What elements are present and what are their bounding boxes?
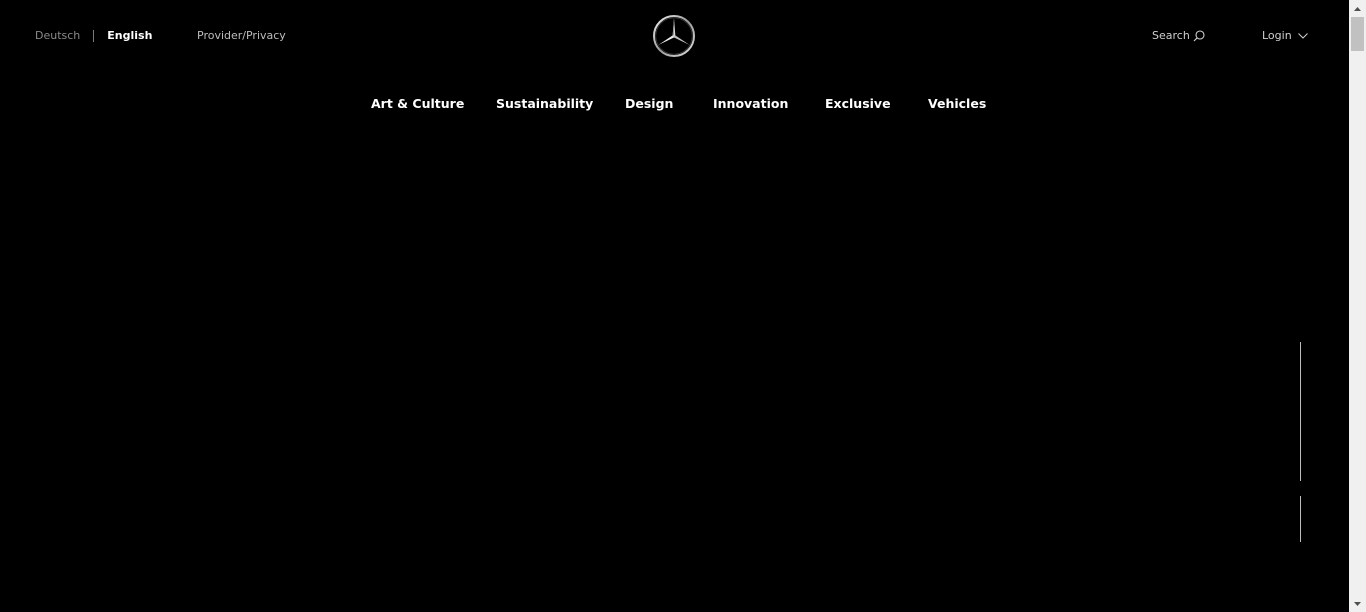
provider-privacy-link[interactable]: Provider/Privacy: [197, 28, 286, 44]
chevron-down-icon: [1297, 33, 1308, 39]
language-option-english[interactable]: English: [107, 28, 152, 44]
search-button[interactable]: Search: [1152, 28, 1205, 44]
nav-item-art-culture[interactable]: Art & Culture: [371, 94, 464, 114]
scroll-down-arrow-icon[interactable]: [1349, 595, 1366, 612]
scrollbar-thumb[interactable]: [1351, 17, 1364, 51]
mercedes-star-icon[interactable]: [652, 14, 696, 58]
page-scrollbar[interactable]: [1349, 0, 1366, 612]
search-icon: [1193, 30, 1205, 42]
login-label: Login: [1262, 29, 1292, 42]
slide-indicator-2[interactable]: [1300, 496, 1301, 542]
page: Deutsch English Provider/Privacy Search …: [0, 0, 1366, 612]
nav-item-exclusive[interactable]: Exclusive: [825, 94, 891, 114]
nav-item-innovation[interactable]: Innovation: [713, 94, 788, 114]
main-navigation: Art & Culture Sustainability Design Inno…: [0, 94, 1349, 114]
login-button[interactable]: Login: [1262, 28, 1308, 44]
nav-item-vehicles[interactable]: Vehicles: [928, 94, 986, 114]
nav-item-design[interactable]: Design: [625, 94, 673, 114]
language-option-deutsch[interactable]: Deutsch: [35, 28, 80, 44]
page-viewport: Deutsch English Provider/Privacy Search …: [0, 0, 1349, 612]
nav-item-sustainability[interactable]: Sustainability: [496, 94, 593, 114]
search-label: Search: [1152, 29, 1190, 42]
scroll-up-arrow-icon[interactable]: [1349, 0, 1366, 17]
slide-indicator-1[interactable]: [1300, 342, 1301, 481]
language-switch: Deutsch English: [35, 28, 152, 44]
language-divider: [93, 30, 95, 42]
